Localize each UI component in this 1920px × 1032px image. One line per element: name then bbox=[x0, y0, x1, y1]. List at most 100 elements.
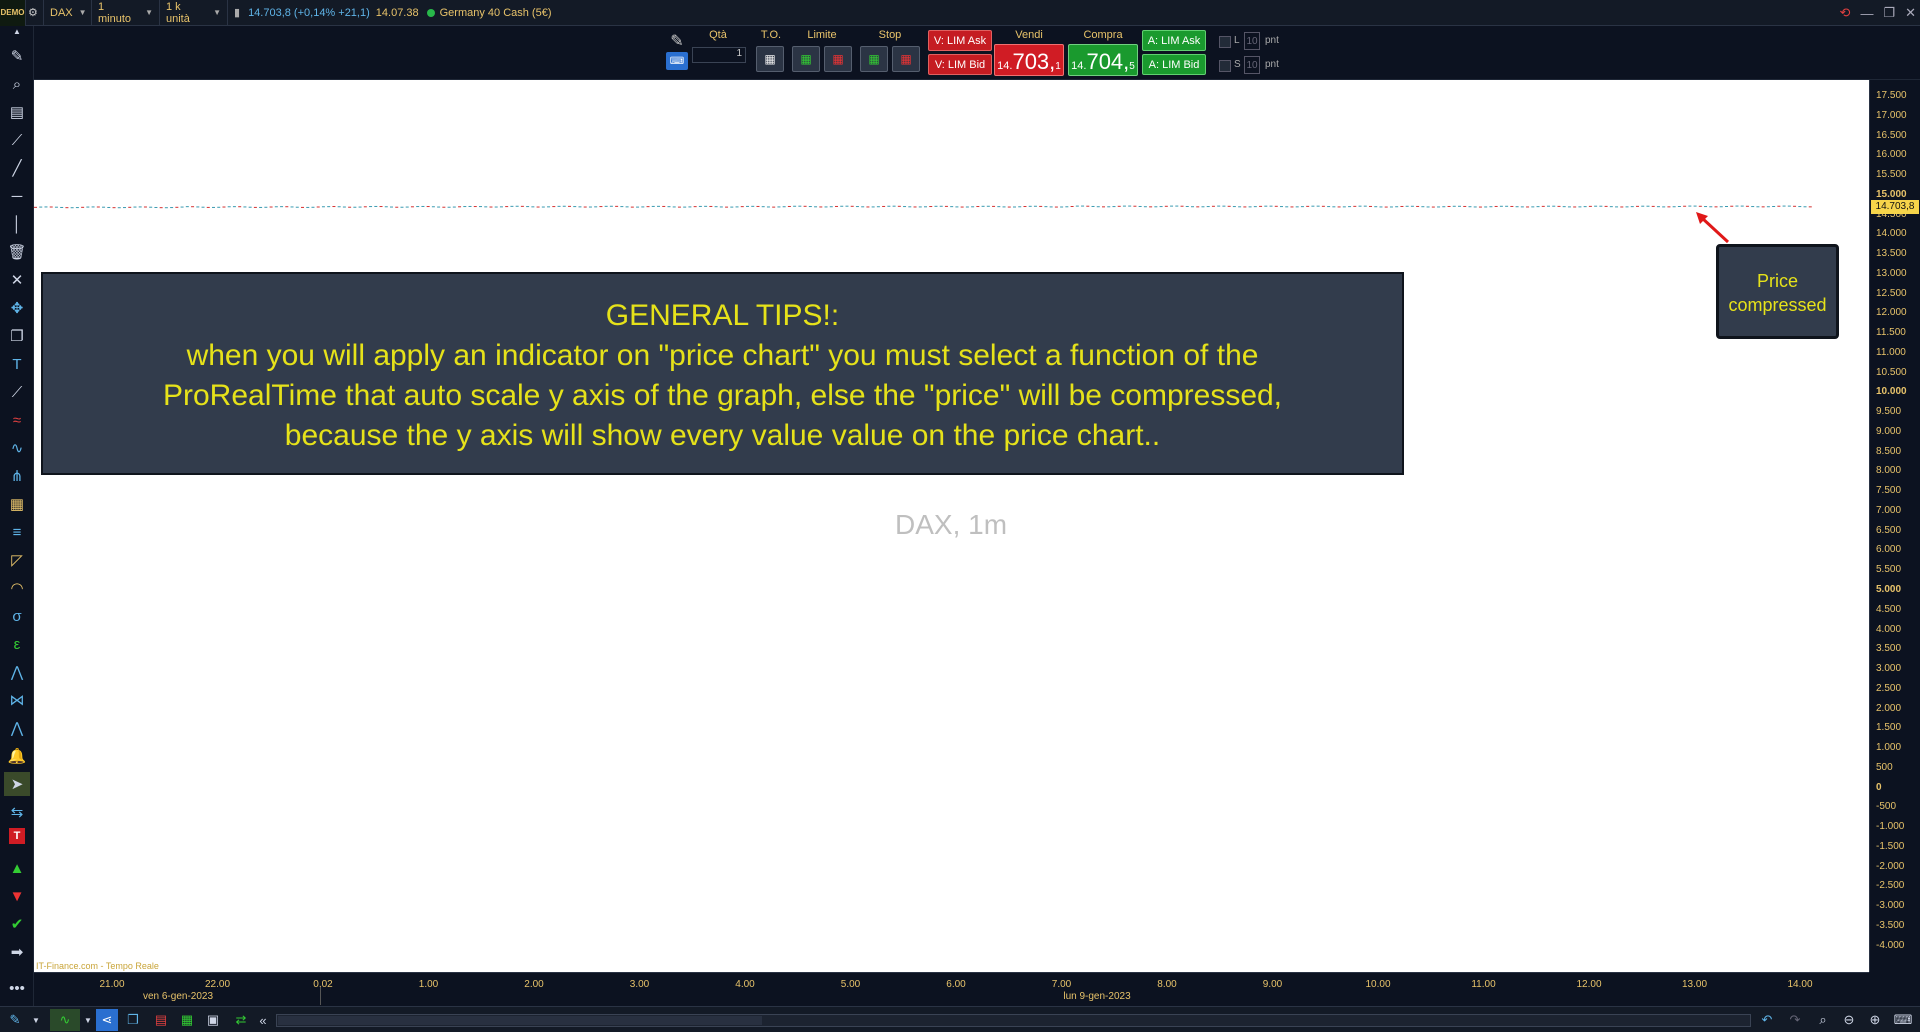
text-box-icon[interactable]: T bbox=[9, 828, 25, 844]
limit-buy-button[interactable]: ▦ bbox=[792, 46, 820, 72]
refresh-icon[interactable]: ⟲ bbox=[1840, 5, 1851, 21]
redo-icon[interactable]: ↷ bbox=[1784, 1009, 1806, 1031]
y-tick-label: -2.500 bbox=[1876, 880, 1905, 892]
l-pnt-input[interactable]: 10 bbox=[1244, 32, 1260, 50]
keyboard-icon[interactable]: ⌨ bbox=[1892, 1009, 1914, 1031]
zoom-fit-icon[interactable]: ⌕ bbox=[1812, 1009, 1834, 1031]
limit-sell-button[interactable]: ▦ bbox=[824, 46, 852, 72]
fib-fan-icon[interactable]: ◸ bbox=[4, 548, 30, 572]
screener-icon[interactable]: ▣ bbox=[202, 1009, 224, 1031]
pencil-icon[interactable]: ✎ bbox=[4, 44, 30, 68]
more-icon[interactable]: ••• bbox=[4, 976, 30, 1000]
y-tick-label: 3.000 bbox=[1876, 663, 1902, 675]
keyboard-icon[interactable]: ⌨ bbox=[666, 52, 688, 70]
trendline-icon[interactable]: ╱ bbox=[4, 156, 30, 180]
arrow-down-icon[interactable]: ▼ bbox=[4, 884, 30, 908]
instrument-selector[interactable]: DAX ▼ bbox=[44, 0, 92, 26]
trading-icon[interactable]: ⇄ bbox=[230, 1009, 252, 1031]
move-icon[interactable]: ✥ bbox=[4, 296, 30, 320]
bell-icon[interactable]: 🔔 bbox=[4, 744, 30, 768]
horizontal-line-icon[interactable]: ─ bbox=[4, 184, 30, 208]
settings-icon[interactable]: ⚙ bbox=[26, 0, 44, 26]
chart-scrollbar[interactable] bbox=[276, 1014, 1751, 1027]
sell-price-button[interactable]: 14. 703, 1 bbox=[994, 44, 1064, 76]
restore-icon[interactable]: ❐ bbox=[1883, 5, 1895, 21]
channel-icon[interactable]: ≈ bbox=[4, 408, 30, 432]
wave-icon[interactable]: ∿ bbox=[4, 436, 30, 460]
y-tick-label: 7.500 bbox=[1876, 485, 1902, 497]
buy-price-button[interactable]: 14. 704, 5 bbox=[1068, 44, 1138, 76]
sell-limit-bid-button[interactable]: V: LIM Bid bbox=[928, 54, 992, 75]
l-pnt-unit: pnt bbox=[1265, 35, 1279, 46]
harmonic-icon[interactable]: ⋈ bbox=[4, 688, 30, 712]
timeframe-selector[interactable]: 1 minuto ▼ bbox=[92, 0, 160, 26]
units-selector[interactable]: 1 k unità ▼ bbox=[160, 0, 228, 26]
qty-input[interactable]: 1 bbox=[692, 47, 746, 63]
indicators-icon[interactable]: ▦ bbox=[176, 1009, 198, 1031]
s-checkbox[interactable] bbox=[1219, 60, 1231, 72]
fib-arc-icon[interactable]: ◠ bbox=[4, 576, 30, 600]
text-icon[interactable]: T bbox=[4, 352, 30, 376]
buy-limit-ask-button[interactable]: A: LIM Ask bbox=[1142, 30, 1206, 51]
segment-icon[interactable]: ⟋ bbox=[4, 128, 30, 152]
chevron-down-icon: ▼ bbox=[78, 8, 87, 17]
chevron-down-icon[interactable]: ▼ bbox=[82, 1009, 94, 1031]
measure-icon[interactable]: ⇆ bbox=[4, 800, 30, 824]
close-icon[interactable]: ✕ bbox=[1905, 5, 1916, 21]
x-tick-label: 12.00 bbox=[1576, 979, 1602, 990]
vertical-line-icon[interactable]: │ bbox=[4, 212, 30, 236]
wrench-icon[interactable]: ✎ bbox=[666, 32, 688, 50]
price-chart[interactable]: GENERAL TIPS!: when you will apply an in… bbox=[34, 80, 1869, 972]
pattern-icon[interactable]: ⋀ bbox=[4, 660, 30, 684]
y-tick-label: -1.000 bbox=[1876, 821, 1905, 833]
sell-limit-ask-button[interactable]: V: LIM Ask bbox=[928, 30, 992, 51]
x-tick-label: 11.00 bbox=[1471, 979, 1496, 990]
table-icon[interactable]: ▤ bbox=[150, 1009, 172, 1031]
undo-icon[interactable]: ↶ bbox=[1756, 1009, 1778, 1031]
stop-sell-button[interactable]: ▦ bbox=[892, 46, 920, 72]
zoom-in-icon[interactable]: ⊕ bbox=[1864, 1009, 1886, 1031]
line-chart-icon[interactable]: ∿ bbox=[50, 1009, 80, 1031]
windows-icon[interactable]: ❐ bbox=[122, 1009, 144, 1031]
y-tick-label: 2.000 bbox=[1876, 702, 1902, 714]
sell-price-sup: 1 bbox=[1055, 61, 1061, 72]
stop-buy-button[interactable]: ▦ bbox=[860, 46, 888, 72]
sell-price-prefix: 14. bbox=[997, 60, 1013, 72]
gann-icon[interactable]: ▦ bbox=[4, 492, 30, 516]
fibonacci-icon[interactable]: ⟋ bbox=[4, 380, 30, 404]
arrow-up-icon[interactable]: ▲ bbox=[4, 856, 30, 880]
y-tick-label: 1.000 bbox=[1876, 742, 1902, 754]
share-icon[interactable]: ⋖ bbox=[96, 1009, 118, 1031]
cycle-icon[interactable]: σ bbox=[4, 604, 30, 628]
minimize-icon[interactable]: — bbox=[1860, 6, 1873, 21]
pitchfork-icon[interactable]: ⋔ bbox=[4, 464, 30, 488]
buy-price-sup: 5 bbox=[1129, 61, 1135, 72]
s-pnt-input[interactable]: 10 bbox=[1244, 56, 1260, 74]
y-tick-label: -1.500 bbox=[1876, 840, 1905, 852]
y-tick-label: 16.000 bbox=[1876, 149, 1907, 161]
scrollbar-thumb[interactable] bbox=[278, 1016, 762, 1025]
elliott-icon[interactable]: ε bbox=[4, 632, 30, 656]
arrow-right-icon[interactable]: ➡ bbox=[4, 940, 30, 964]
chevron-down-icon[interactable]: ▼ bbox=[30, 1009, 42, 1031]
y-tick-label: 12.000 bbox=[1876, 307, 1907, 319]
buy-limit-bid-button[interactable]: A: LIM Bid bbox=[1142, 54, 1206, 75]
y-axis[interactable]: 17.500 17.000 16.500 16.000 15.500 15.000 14.5… bbox=[1869, 80, 1920, 972]
fib-retracement-icon[interactable]: ≡ bbox=[4, 520, 30, 544]
double-left-icon[interactable]: « bbox=[252, 1009, 274, 1031]
y-tick-label: 1.500 bbox=[1876, 722, 1902, 734]
l-checkbox[interactable] bbox=[1219, 36, 1231, 48]
cursor-icon[interactable]: ➤ bbox=[4, 772, 30, 796]
checkmark-icon[interactable]: ✔ bbox=[4, 912, 30, 936]
chart-style-icon[interactable]: ✎ bbox=[4, 1009, 26, 1031]
tools-icon[interactable]: ✕ bbox=[4, 268, 30, 292]
ruler-icon[interactable]: ▤ bbox=[4, 100, 30, 124]
trash-icon[interactable]: 🗑 bbox=[4, 240, 30, 264]
to-order-button[interactable]: ▦ bbox=[756, 46, 784, 72]
x-axis[interactable]: 21.00 22.00 0.02 1.00 2.00 3.00 4.00 5.00 6.00 7.… bbox=[34, 972, 1869, 1006]
zigzag-icon[interactable]: ⋀ bbox=[4, 716, 30, 740]
chevron-up-icon[interactable]: ▲ bbox=[4, 26, 30, 36]
copy-icon[interactable]: ❐ bbox=[4, 324, 30, 348]
zoom-icon[interactable]: ⌕ bbox=[4, 72, 30, 96]
zoom-out-icon[interactable]: ⊖ bbox=[1838, 1009, 1860, 1031]
